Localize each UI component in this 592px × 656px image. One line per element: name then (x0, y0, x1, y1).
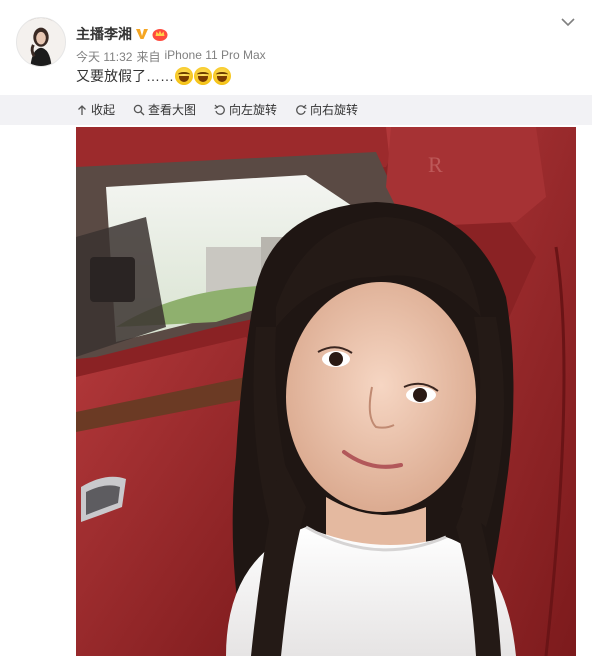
arrow-up-icon (78, 104, 86, 115)
view-large-label: 查看大图 (148, 103, 197, 117)
rotate-right-icon (296, 104, 307, 115)
laugh-cry-emoji-icon (213, 67, 231, 85)
post-body: 又要放假了…… (76, 68, 174, 84)
post-photo[interactable]: R (76, 127, 576, 656)
svg-text:R: R (428, 152, 443, 177)
verified-icon (135, 27, 149, 41)
media-toolbar: 收起 查看大图 向左旋转 向右旋转 (76, 101, 358, 118)
avatar-image (17, 18, 65, 66)
rotate-left-icon (214, 104, 225, 115)
post-source: iPhone 11 Pro Max (164, 48, 266, 62)
rotate-left-label: 向左旋转 (229, 103, 278, 117)
post-meta: 今天 11:32 来自 iPhone 11 Pro Max (76, 48, 266, 65)
laugh-cry-emoji-icon (175, 67, 193, 85)
username[interactable]: 主播李湘 (76, 24, 132, 44)
chevron-down-icon[interactable] (560, 14, 576, 30)
rotate-left-button[interactable]: 向左旋转 (214, 101, 277, 118)
vip-crown-icon[interactable] (152, 27, 168, 41)
laugh-cry-emoji-icon (194, 67, 212, 85)
weibo-post: 主播李湘 今天 11:32 来自 iPhone 11 Pro Max 又要放假了… (0, 0, 592, 656)
view-large-button[interactable]: 查看大图 (133, 101, 196, 118)
collapse-button[interactable]: 收起 (76, 101, 115, 118)
search-icon (133, 104, 145, 115)
car-selfie-image: R (76, 127, 576, 656)
username-row: 主播李湘 (76, 24, 168, 44)
source-prefix: 来自 (136, 50, 161, 64)
post-text: 又要放假了…… (76, 66, 231, 86)
collapse-label: 收起 (91, 103, 116, 117)
post-time[interactable]: 今天 11:32 (76, 48, 132, 65)
avatar[interactable] (16, 17, 66, 67)
rotate-right-label: 向右旋转 (310, 103, 359, 117)
rotate-right-button[interactable]: 向右旋转 (295, 101, 358, 118)
